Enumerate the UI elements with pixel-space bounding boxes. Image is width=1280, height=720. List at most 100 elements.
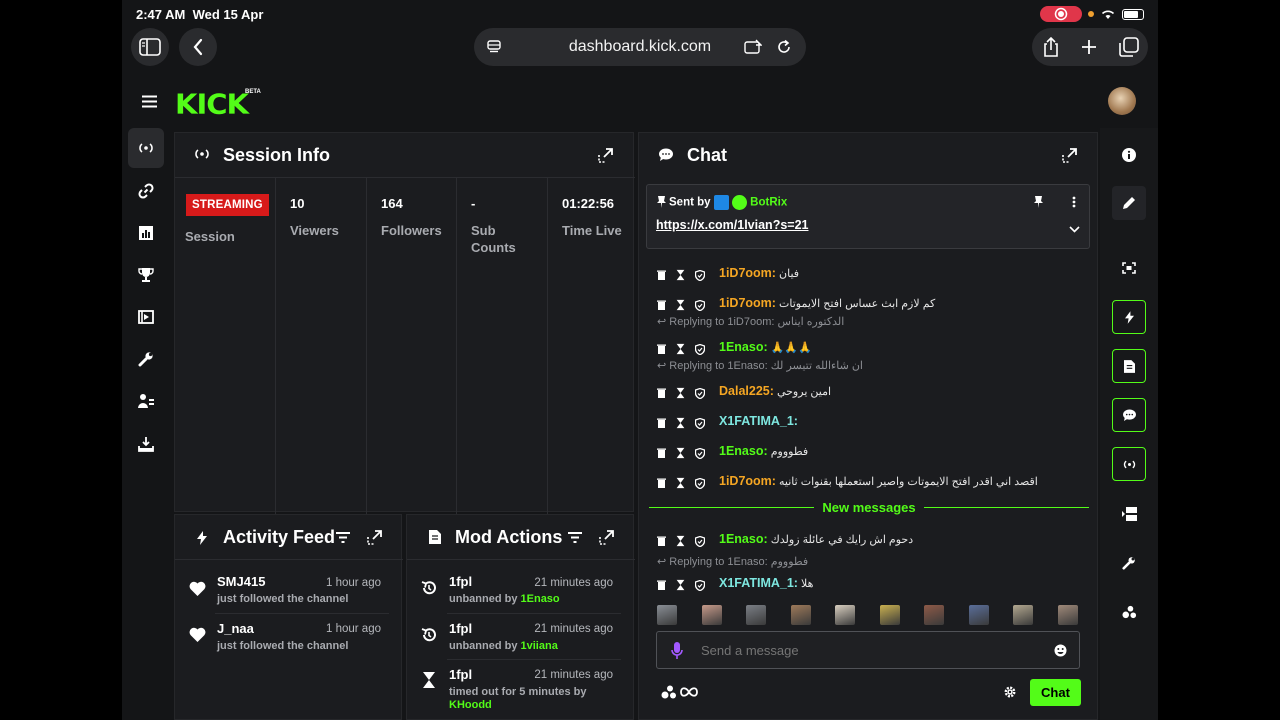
tabs-overview-icon[interactable] (1119, 37, 1139, 57)
mod-moderator[interactable]: 1Enaso (521, 593, 560, 605)
chat-input-box[interactable] (656, 631, 1080, 669)
reply-context[interactable]: ↩ Replying to 1Enaso: فطوووم (657, 555, 808, 568)
infinity-icon[interactable] (680, 687, 698, 697)
kick-logo[interactable]: KICK (175, 88, 249, 120)
chat-username[interactable]: 1iD7oom: (719, 296, 776, 310)
info-button[interactable] (1112, 138, 1146, 172)
nav-community-button[interactable] (128, 381, 164, 421)
ban-shield-icon[interactable] (695, 535, 705, 547)
emote-button[interactable] (1013, 605, 1033, 625)
emote-button[interactable] (746, 605, 766, 625)
reply-context[interactable]: ↩ Replying to 1iD7oom: الدكتوره ايناس (657, 315, 844, 328)
chat-username[interactable]: 1Enaso: (719, 444, 768, 458)
mod-target-user[interactable]: 1fpl (449, 621, 472, 636)
chat-input[interactable] (701, 640, 1031, 660)
timeout-icon[interactable] (676, 387, 685, 399)
nav-tools-button[interactable] (128, 339, 164, 379)
emote-button[interactable] (701, 605, 722, 625)
pinned-bot-name[interactable]: BotRix (750, 197, 787, 209)
timeout-icon[interactable] (676, 477, 685, 489)
ban-shield-icon[interactable] (695, 343, 705, 355)
nav-links-button[interactable] (128, 171, 164, 211)
timeout-icon[interactable] (676, 579, 685, 591)
sidebar-toggle-button[interactable] (131, 28, 169, 66)
settings-gear-icon[interactable] (1004, 686, 1016, 698)
nav-achievements-button[interactable] (128, 255, 164, 295)
emote-button[interactable] (1057, 605, 1078, 625)
more-icon[interactable] (1072, 196, 1076, 208)
quick-actions-button[interactable] (1112, 300, 1146, 334)
ban-shield-icon[interactable] (695, 447, 705, 459)
edit-stream-button[interactable] (1112, 186, 1146, 220)
emoji-icon[interactable] (1054, 644, 1067, 657)
nav-stream-button[interactable] (128, 128, 164, 168)
emote-button[interactable] (924, 605, 944, 625)
delete-icon[interactable] (657, 580, 666, 590)
delete-icon[interactable] (657, 388, 666, 398)
ban-shield-icon[interactable] (695, 269, 705, 281)
menu-icon[interactable] (142, 95, 157, 108)
chevron-down-icon[interactable] (1069, 226, 1080, 233)
share-icon[interactable] (1042, 37, 1060, 57)
chat-username[interactable]: X1FATIMA_1: (719, 576, 798, 590)
mod-target-user[interactable]: 1fpl (449, 667, 472, 682)
timeout-icon[interactable] (676, 447, 685, 459)
back-button[interactable] (179, 28, 217, 66)
delete-icon[interactable] (657, 536, 666, 546)
delete-icon[interactable] (657, 418, 666, 428)
ban-shield-icon[interactable] (695, 387, 705, 399)
pinned-link[interactable]: https://x.com/1lvian?s=21 (656, 218, 808, 232)
delete-icon[interactable] (657, 478, 666, 488)
ban-shield-icon[interactable] (695, 299, 705, 311)
nav-media-button[interactable] (128, 297, 164, 337)
chat-username[interactable]: Dalal225: (719, 384, 774, 398)
chat-username[interactable]: 1Enaso: (719, 532, 768, 546)
mod-moderator[interactable]: 1viiana (521, 640, 558, 652)
emote-button[interactable] (968, 605, 989, 625)
reload-icon[interactable] (776, 39, 792, 55)
mod-moderator[interactable]: KHoodd (449, 699, 492, 711)
microphone-icon[interactable] (671, 642, 683, 660)
delete-icon[interactable] (657, 300, 666, 310)
chat-toggle-button[interactable] (1112, 398, 1146, 432)
botrix-icon[interactable] (661, 685, 677, 699)
delete-icon[interactable] (657, 344, 666, 354)
timeout-icon[interactable] (676, 343, 685, 355)
chat-username[interactable]: 1iD7oom: (719, 266, 776, 280)
chat-username[interactable]: 1Enaso: (719, 340, 768, 354)
emote-button[interactable] (879, 605, 900, 625)
delete-icon[interactable] (657, 448, 666, 458)
mod-target-user[interactable]: 1fpl (449, 574, 472, 589)
chat-username[interactable]: 1iD7oom: (719, 474, 776, 488)
address-bar[interactable]: dashboard.kick.com (474, 28, 806, 66)
filter-activity-button[interactable] (336, 532, 350, 543)
popout-activity-button[interactable] (367, 530, 382, 545)
ban-shield-icon[interactable] (695, 579, 705, 591)
timeout-icon[interactable] (676, 417, 685, 429)
popout-mod-button[interactable] (599, 530, 614, 545)
send-chat-button[interactable]: Chat (1030, 679, 1081, 706)
extension-icon[interactable] (744, 39, 762, 55)
layout-button[interactable] (1112, 497, 1146, 531)
session-toggle-button[interactable] (1112, 447, 1146, 481)
filter-mod-button[interactable] (568, 532, 582, 543)
popout-session-button[interactable] (598, 148, 613, 163)
activity-user[interactable]: J_naa (217, 621, 254, 636)
delete-icon[interactable] (657, 270, 666, 280)
emote-button[interactable] (790, 605, 811, 625)
ban-shield-icon[interactable] (695, 417, 705, 429)
activity-user[interactable]: SMJ415 (217, 574, 265, 589)
timeout-icon[interactable] (676, 269, 685, 281)
new-tab-icon[interactable] (1081, 39, 1097, 55)
reply-context[interactable]: ↩ Replying to 1Enaso: ان شاءالله تتيسر ل… (657, 359, 863, 372)
emote-button[interactable] (657, 605, 677, 625)
mod-log-button[interactable] (1112, 349, 1146, 383)
emote-button[interactable] (835, 605, 855, 625)
unpin-icon[interactable] (1034, 196, 1043, 208)
extensions-button[interactable] (1112, 595, 1146, 629)
chat-username[interactable]: X1FATIMA_1: (719, 414, 798, 428)
tools-button[interactable] (1112, 546, 1146, 580)
ban-shield-icon[interactable] (695, 477, 705, 489)
nav-payouts-button[interactable] (128, 424, 164, 464)
timeout-icon[interactable] (676, 535, 685, 547)
